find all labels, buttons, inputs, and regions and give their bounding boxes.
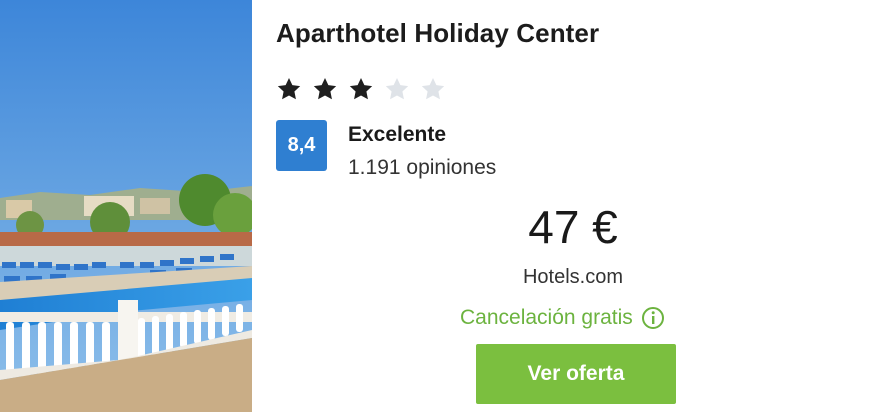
hotel-name[interactable]: Aparthotel Holiday Center	[276, 18, 599, 49]
star-icon	[277, 77, 301, 100]
hotel-details: Aparthotel Holiday Center 8,4 Excelente …	[252, 0, 894, 412]
price: 47 €	[528, 201, 618, 253]
star-icon	[385, 77, 409, 100]
star-rating	[276, 76, 446, 102]
star-icon	[349, 77, 373, 100]
free-cancellation: Cancelación gratis	[460, 306, 665, 330]
view-offer-button[interactable]: Ver oferta	[476, 344, 676, 404]
hotel-card[interactable]: Aparthotel Holiday Center 8,4 Excelente …	[0, 0, 894, 412]
hotel-photo-image	[0, 0, 252, 412]
star-icon	[421, 77, 445, 100]
provider-name: Hotels.com	[522, 266, 624, 288]
hotel-photo[interactable]	[0, 0, 252, 412]
free-cancellation-label: Cancelación gratis	[460, 306, 633, 329]
review-count[interactable]: 1.191 opiniones	[348, 156, 496, 180]
star-icon	[313, 77, 337, 100]
info-icon[interactable]	[641, 306, 665, 330]
rating-score-badge: 8,4	[276, 120, 327, 171]
rating-label: Excelente	[348, 123, 447, 146]
